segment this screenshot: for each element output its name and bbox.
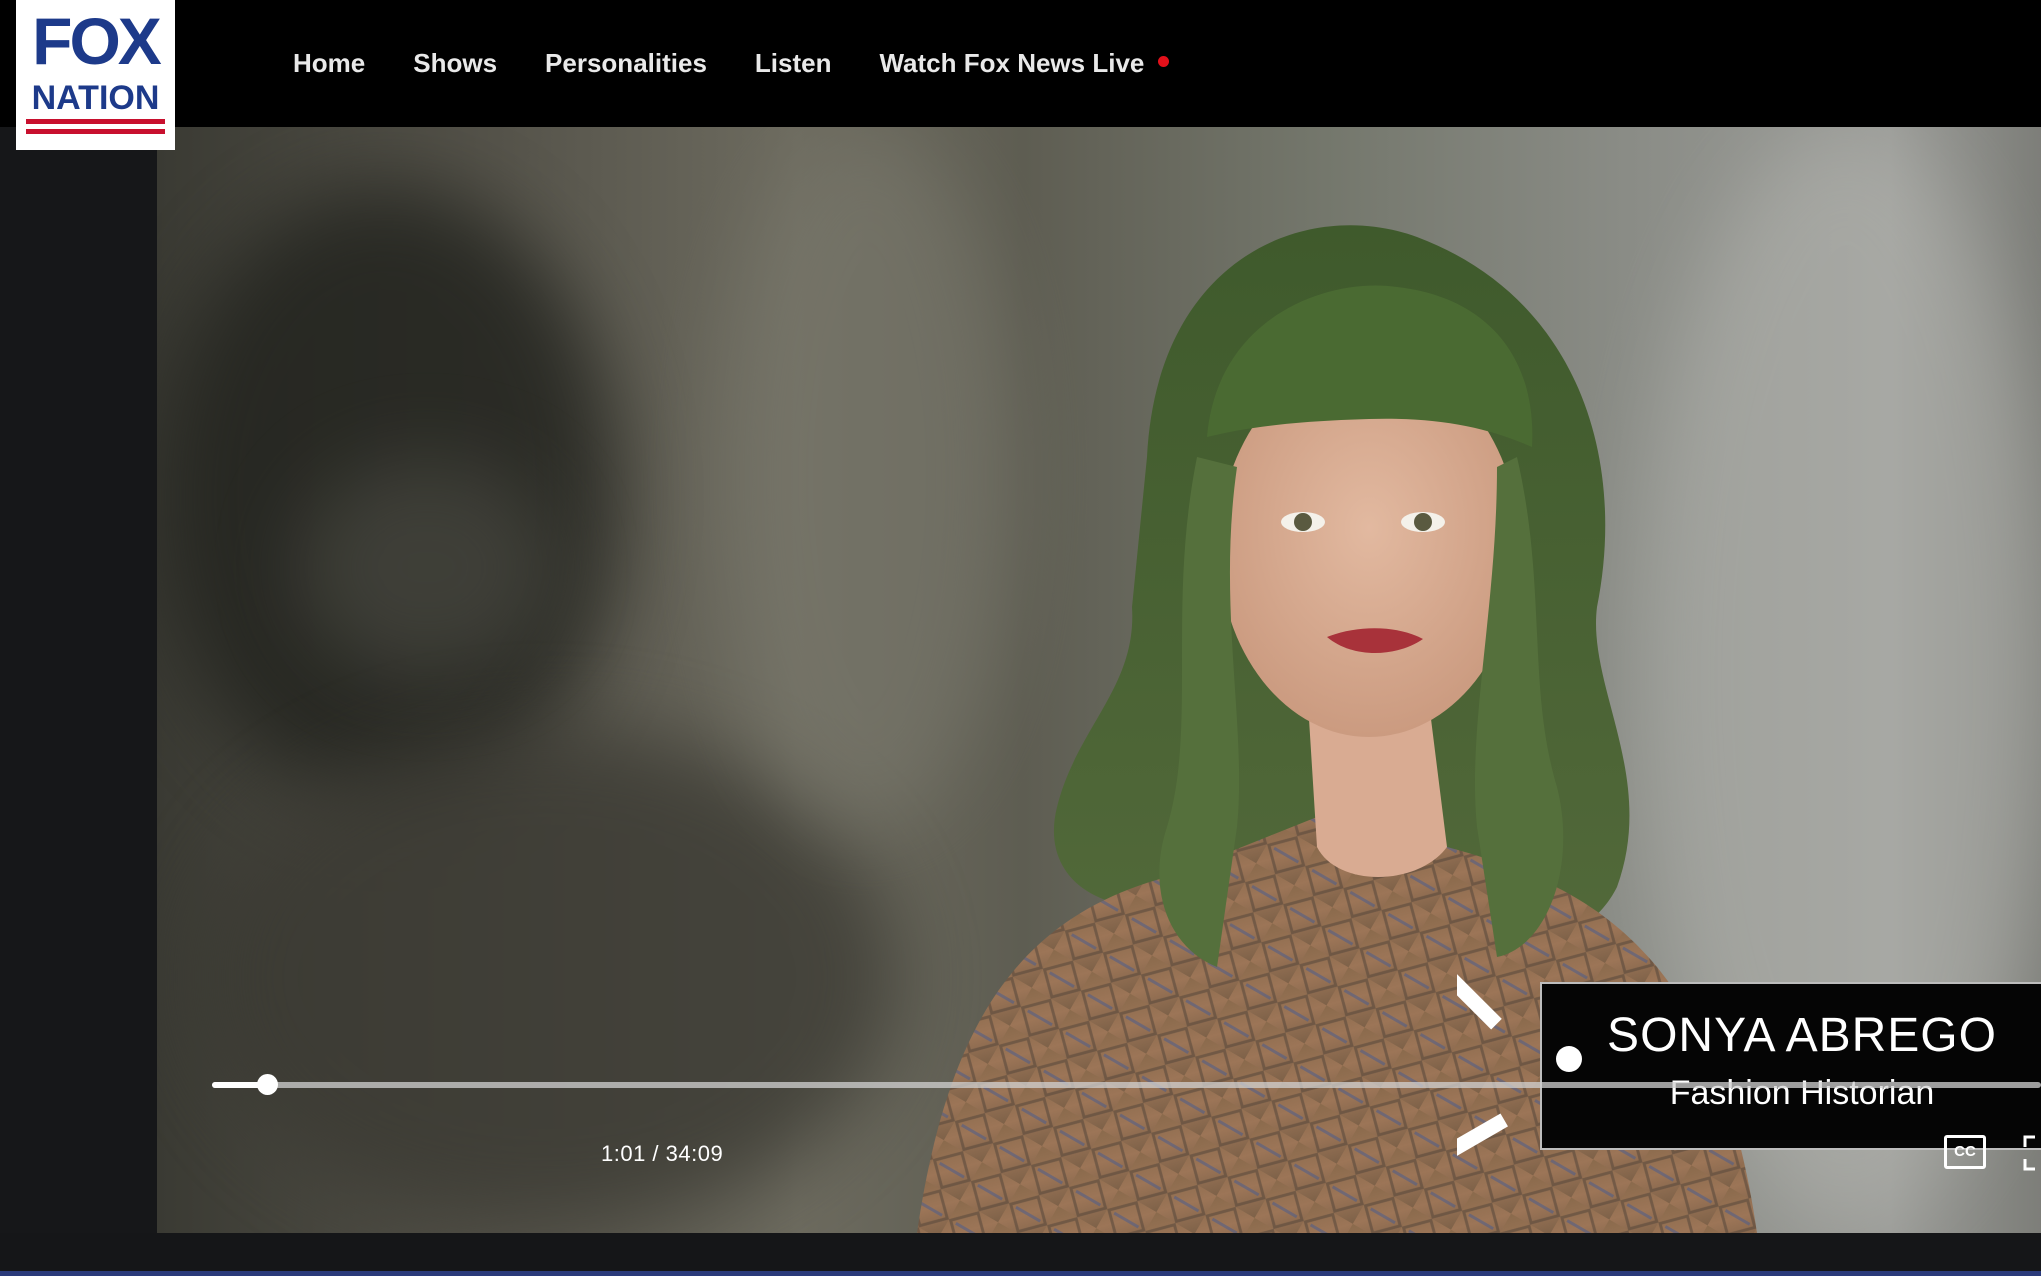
lower-third-dot	[1556, 1046, 1582, 1072]
lower-third-accent	[1457, 958, 1508, 1169]
nav-item-listen[interactable]: Listen	[755, 48, 832, 79]
top-navigation-bar: FOX NATION Home Shows Personalities List…	[0, 0, 2041, 150]
video-player[interactable]: SONYA ABREGO Fashion Historian 15	[157, 127, 2041, 1233]
lower-third-name: SONYA ABREGO	[1607, 1009, 1997, 1062]
page-bottom-strip	[0, 1233, 2041, 1276]
logo-wordmark-fox: FOX	[32, 4, 162, 78]
main-nav: Home Shows Personalities Listen Watch Fo…	[293, 40, 1170, 86]
progress-bar[interactable]	[212, 1074, 2041, 1095]
logo-stripe	[26, 119, 165, 124]
fullscreen-icon[interactable]	[2023, 1135, 2041, 1171]
lower-third-caption: SONYA ABREGO Fashion Historian	[1540, 982, 2041, 1150]
nav-item-home[interactable]: Home	[293, 48, 365, 79]
live-indicator-icon	[1158, 56, 1170, 68]
logo-stripe	[26, 129, 165, 134]
progress-scrubber-handle[interactable]	[257, 1074, 278, 1095]
bottom-divider	[0, 1271, 2041, 1276]
fox-nation-logo[interactable]: FOX NATION	[16, 0, 175, 150]
nav-item-personalities[interactable]: Personalities	[545, 48, 707, 79]
fox-nation-page: FOX NATION Home Shows Personalities List…	[0, 0, 2041, 1276]
nav-item-watch-fox-news-live[interactable]: Watch Fox News Live	[879, 47, 1170, 79]
nav-item-watch-live-label: Watch Fox News Live	[879, 47, 1145, 78]
lower-third-title: Fashion Historian	[1669, 1074, 1935, 1112]
logo-wordmark-nation: NATION	[31, 79, 160, 117]
nav-item-shows[interactable]: Shows	[413, 48, 497, 79]
